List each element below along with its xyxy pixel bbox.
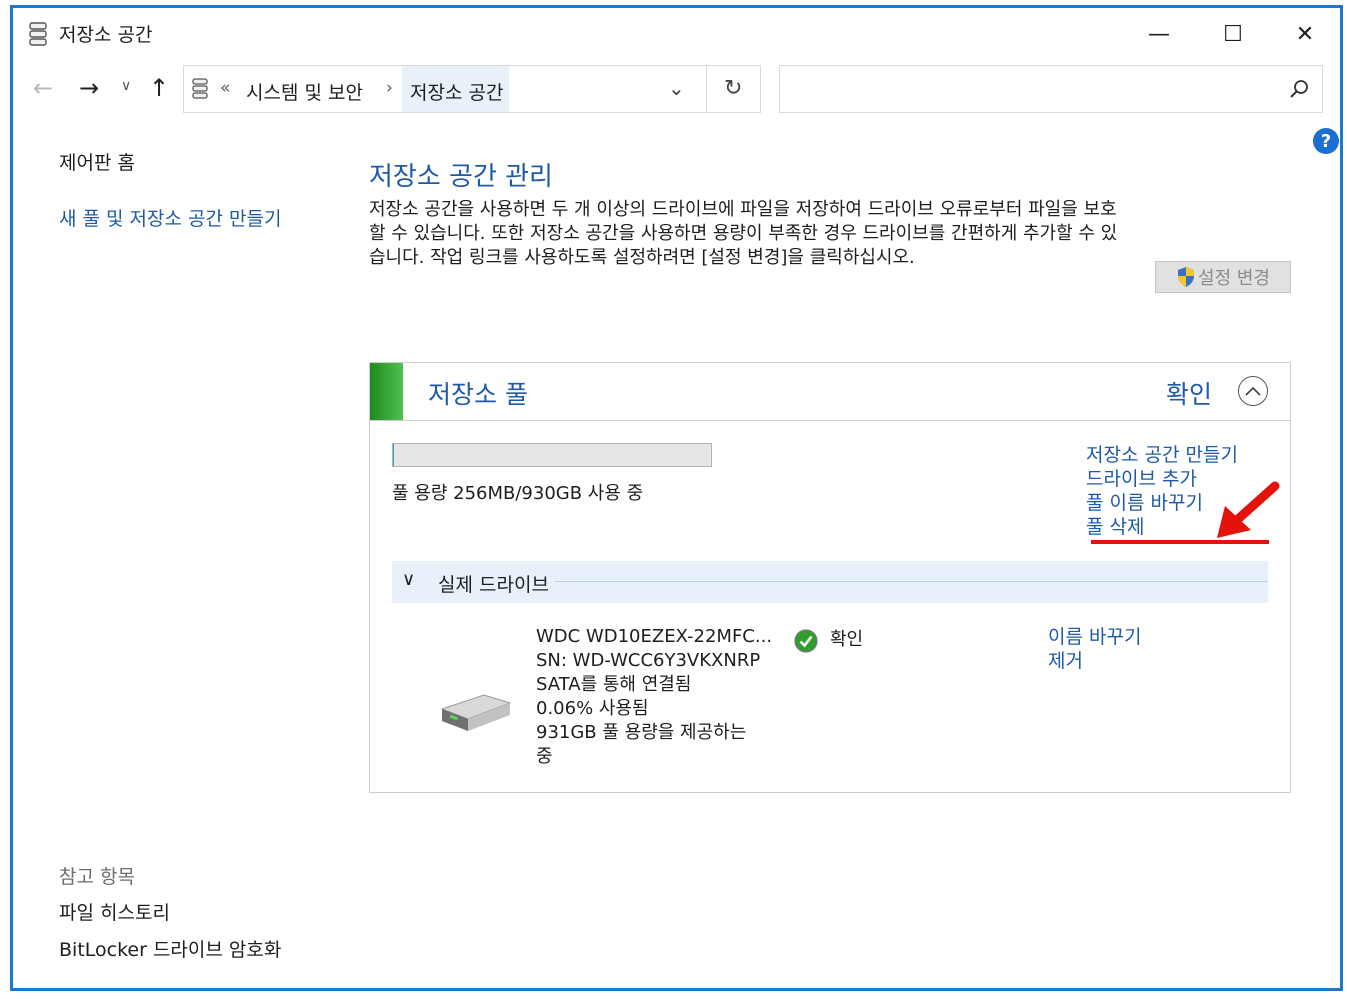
control-panel-home-link[interactable]: 제어판 홈	[59, 148, 135, 175]
back-arrow-icon[interactable]: ←	[33, 74, 53, 102]
drive-usage: 0.06% 사용됨	[536, 698, 649, 719]
close-button[interactable]: ✕	[1275, 14, 1335, 54]
annotation-arrow-icon	[1217, 481, 1280, 538]
pool-capacity-text: 풀 용량 256MB/930GB 사용 중	[392, 483, 644, 504]
maximize-icon: ☐	[1223, 21, 1243, 47]
checkmark-ok-icon	[794, 629, 818, 653]
drive-action-links: 이름 바꾸기 제거	[1048, 625, 1141, 673]
address-divider	[706, 66, 707, 112]
drive-capacity-cont: 중	[536, 746, 553, 767]
help-icon[interactable]: ?	[1313, 128, 1339, 154]
close-icon: ✕	[1295, 21, 1315, 47]
recent-locations-chevron-icon[interactable]: ∨	[121, 78, 131, 94]
breadcrumb-storage-spaces[interactable]: 저장소 공간	[402, 66, 510, 112]
storage-spaces-window: 저장소 공간 — ☐ ✕ ← → ∨ ↑ « 시스템 및 보안 › 저장소 공간…	[10, 5, 1343, 991]
drive-serial: SN: WD-WCC6Y3VKXNRP	[536, 650, 761, 671]
section-divider	[552, 581, 1268, 582]
physical-drives-title: 실제 드라이브	[438, 570, 555, 597]
bitlocker-link[interactable]: BitLocker 드라이브 암호화	[59, 935, 281, 962]
drive-connection: SATA를 통해 연결됨	[536, 674, 692, 695]
change-settings-button[interactable]: 설정 변경	[1155, 261, 1291, 293]
forward-arrow-icon[interactable]: →	[79, 74, 99, 102]
storage-spaces-icon	[29, 22, 47, 46]
annotation-underline	[1091, 540, 1269, 544]
maximize-button[interactable]: ☐	[1203, 14, 1263, 54]
remove-drive-link[interactable]: 제거	[1048, 649, 1141, 673]
search-input[interactable]	[779, 65, 1323, 113]
drive-model: WDC WD10EZEX-22MFC...	[536, 626, 773, 647]
storage-pool-status: 확인	[1166, 380, 1213, 409]
up-arrow-icon[interactable]: ↑	[149, 74, 169, 102]
create-pool-link[interactable]: 새 풀 및 저장소 공간 만들기	[59, 204, 281, 231]
file-history-link[interactable]: 파일 히스토리	[59, 898, 170, 925]
breadcrumb-system-security[interactable]: 시스템 및 보안	[246, 78, 363, 105]
window-title: 저장소 공간	[59, 24, 153, 46]
uac-shield-icon	[1178, 267, 1195, 287]
minimize-button[interactable]: —	[1129, 14, 1189, 54]
breadcrumb-overflow-icon[interactable]: «	[220, 78, 230, 98]
drive-status: 확인	[830, 629, 864, 650]
minimize-icon: —	[1148, 21, 1170, 47]
physical-drives-header[interactable]: ∨ 실제 드라이브	[392, 561, 1268, 603]
search-icon[interactable]	[1288, 78, 1310, 100]
change-settings-label: 설정 변경	[1198, 268, 1270, 289]
hard-drive-icon	[440, 694, 512, 731]
page-description: 저장소 공간을 사용하면 두 개 이상의 드라이브에 파일을 저장하여 드라이브…	[369, 199, 1118, 268]
page-title: 저장소 공간 관리	[369, 162, 553, 192]
create-storage-space-link[interactable]: 저장소 공간 만들기	[1086, 443, 1238, 467]
rename-drive-link[interactable]: 이름 바꾸기	[1048, 625, 1141, 649]
storage-pool-title: 저장소 풀	[428, 380, 528, 409]
collapse-chevron-icon[interactable]	[1238, 376, 1268, 406]
breadcrumb-separator-icon[interactable]: ›	[386, 78, 393, 98]
title-bar: 저장소 공간 — ☐ ✕	[13, 8, 1340, 58]
chevron-down-icon[interactable]: ∨	[402, 569, 415, 590]
address-bar[interactable]: « 시스템 및 보안 › 저장소 공간 ⌄ ↻	[183, 65, 761, 113]
storage-pool-panel: 저장소 풀 확인 풀 용량 256MB/930GB 사용 중 저장소 공간 만들…	[369, 362, 1291, 793]
refresh-icon[interactable]: ↻	[724, 76, 742, 101]
drive-details: WDC WD10EZEX-22MFC... SN: WD-WCC6Y3VKXNR…	[536, 625, 776, 769]
storage-spaces-icon	[192, 78, 208, 99]
pool-capacity-bar	[392, 443, 712, 467]
storage-pool-header[interactable]: 저장소 풀 확인	[370, 363, 1290, 421]
pool-health-indicator	[370, 363, 403, 420]
see-also-heading: 참고 항목	[59, 866, 135, 888]
drive-capacity: 931GB 풀 용량을 제공하는	[536, 722, 747, 743]
address-dropdown-icon[interactable]: ⌄	[668, 76, 685, 100]
